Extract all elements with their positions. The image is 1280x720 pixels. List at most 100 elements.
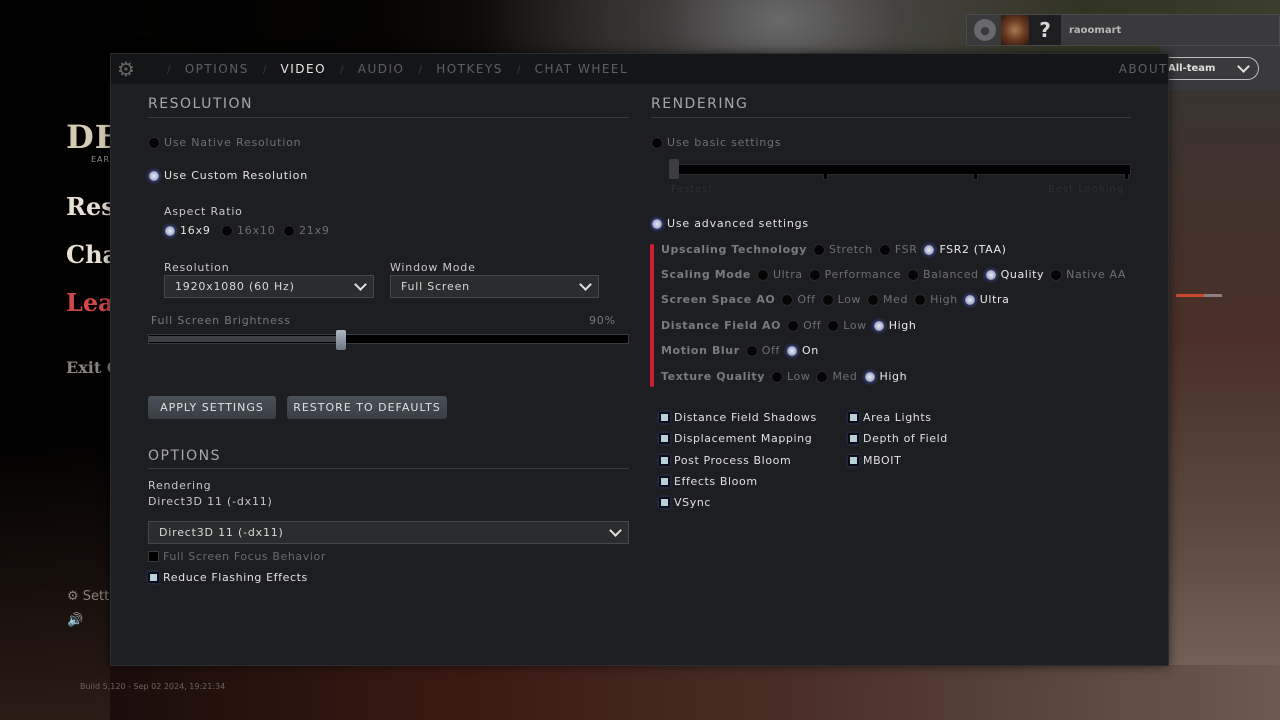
advanced-setting-option[interactable]: FSR: [878, 243, 918, 256]
restore-defaults-button[interactable]: RESTORE TO DEFAULTS: [287, 396, 447, 419]
advanced-setting-option[interactable]: High: [872, 319, 917, 332]
advanced-setting-option[interactable]: Off: [745, 344, 780, 357]
aspect-21x9-radio[interactable]: 21x9: [283, 224, 330, 237]
advanced-setting-option-label: Balanced: [922, 268, 979, 281]
health-bar-fragment-grey: [1204, 294, 1222, 297]
menu-settings-link[interactable]: ⚙ Sett: [67, 589, 109, 604]
tab-separator: /: [516, 62, 521, 76]
basic-slider-max-label: Best Looking: [1048, 184, 1125, 195]
rendering-checkbox[interactable]: Post Process Bloom: [659, 454, 791, 467]
game-background-right: [1168, 90, 1280, 720]
rendering-title: RENDERING: [651, 96, 749, 112]
advanced-setting-option-label: Quality: [1000, 268, 1045, 281]
brightness-slider-fill: [149, 336, 342, 342]
tab-hotkeys[interactable]: HOTKEYS: [436, 62, 503, 76]
advanced-setting-label: Texture Quality: [661, 370, 765, 383]
username: raoomart: [1069, 24, 1122, 36]
gear-icon[interactable]: ⚙: [111, 54, 141, 84]
rendering-checkbox[interactable]: MBOIT: [848, 454, 901, 467]
radio-icon: [148, 136, 160, 149]
full-screen-focus-label: Full Screen Focus Behavior: [163, 550, 326, 563]
advanced-setting-option[interactable]: On: [785, 344, 819, 357]
native-resolution-radio[interactable]: Use Native Resolution: [148, 136, 301, 149]
rendering-checkbox[interactable]: Depth of Field: [848, 432, 948, 445]
tab-separator: /: [340, 62, 344, 76]
tab-audio[interactable]: AUDIO: [358, 62, 405, 76]
advanced-setting-option-label: FSR: [894, 243, 918, 256]
advanced-setting-option[interactable]: Low: [821, 293, 861, 306]
build-info: Build 5,120 - Sep 02 2024, 19:21:34: [80, 682, 226, 691]
about-link[interactable]: ABOUT: [1119, 62, 1168, 76]
menu-item-resume[interactable]: Res: [66, 192, 115, 221]
radio-selected-icon: [963, 293, 976, 306]
rendering-checkbox[interactable]: Area Lights: [848, 411, 932, 424]
rendering-checkbox-label: MBOIT: [863, 453, 902, 467]
rendering-checkbox[interactable]: Distance Field Shadows: [659, 411, 817, 424]
rendering-checkbox[interactable]: Effects Bloom: [659, 475, 758, 488]
advanced-setting-option[interactable]: FSR2 (TAA): [923, 243, 1006, 256]
advanced-setting-option[interactable]: Low: [770, 370, 810, 383]
advanced-setting-option[interactable]: High: [914, 293, 958, 306]
advanced-setting-label: Scaling Mode: [661, 268, 751, 281]
advanced-setting-option-label: Native AA: [1066, 268, 1127, 281]
chat-scope-select[interactable]: All-team: [1160, 57, 1259, 80]
advanced-setting-option[interactable]: Ultra: [756, 268, 803, 281]
chat-scope-value: All-team: [1168, 63, 1216, 74]
chevron-down-icon: [354, 277, 367, 291]
resolution-select[interactable]: 1920x1080 (60 Hz): [164, 275, 374, 298]
advanced-setting-row: Scaling Mode Ultra Performance Balanced Qual…: [661, 268, 1132, 281]
advanced-setting-option[interactable]: Stretch: [813, 243, 873, 256]
reduce-flashing-checkbox[interactable]: Reduce Flashing Effects: [148, 571, 308, 584]
aspect-16x10-radio[interactable]: 16x10: [221, 224, 276, 237]
tab-video[interactable]: VIDEO: [281, 62, 327, 76]
tab-chat-wheel[interactable]: CHAT WHEEL: [535, 62, 629, 76]
advanced-setting-option[interactable]: Balanced: [906, 268, 979, 281]
rendering-checkbox[interactable]: Displacement Mapping: [659, 432, 812, 445]
basic-slider-tick: [973, 174, 978, 180]
advanced-setting-option[interactable]: Med: [867, 293, 908, 306]
advanced-setting-option-label: High: [879, 370, 908, 383]
brightness-slider[interactable]: [148, 330, 629, 350]
radio-icon: [283, 224, 295, 237]
rendering-api-select[interactable]: Direct3D 11 (-dx11): [148, 521, 629, 544]
advanced-setting-option[interactable]: Performance: [808, 268, 901, 281]
aspect-16x9-radio[interactable]: 16x9: [164, 224, 211, 237]
radio-icon: [827, 319, 840, 332]
radio-icon: [1050, 268, 1063, 281]
advanced-setting-option[interactable]: High: [863, 370, 908, 383]
advanced-setting-option[interactable]: Low: [827, 319, 866, 332]
help-button[interactable]: ?: [1029, 15, 1061, 45]
advanced-setting-option-label: Med: [832, 370, 858, 383]
microphone-icon[interactable]: ●: [974, 19, 996, 41]
basic-quality-slider[interactable]: [671, 164, 1131, 175]
rendering-checkbox[interactable]: VSync: [659, 496, 711, 509]
advanced-setting-option[interactable]: Ultra: [963, 293, 1010, 306]
advanced-settings-radio[interactable]: Use advanced settings: [651, 217, 809, 230]
basic-quality-slider-thumb[interactable]: [669, 159, 679, 179]
window-mode-select[interactable]: Full Screen: [390, 275, 599, 298]
advanced-setting-option[interactable]: Med: [816, 370, 857, 383]
full-screen-focus-checkbox[interactable]: Full Screen Focus Behavior: [148, 550, 326, 563]
basic-slider-min-label: Fastest: [671, 184, 714, 195]
advanced-setting-option[interactable]: Off: [781, 293, 815, 306]
advanced-setting-option[interactable]: Off: [787, 319, 821, 332]
basic-slider-tick: [1124, 174, 1129, 180]
rendering-checkbox-label: Depth of Field: [863, 432, 948, 446]
advanced-setting-label: Motion Blur: [661, 344, 740, 357]
tab-separator: /: [167, 62, 171, 76]
brightness-slider-thumb[interactable]: [336, 330, 347, 350]
advanced-setting-option-label: Off: [797, 293, 816, 306]
advanced-setting-option[interactable]: Quality: [984, 268, 1045, 281]
tab-options[interactable]: OPTIONS: [185, 62, 249, 76]
avatar[interactable]: [1001, 15, 1029, 45]
basic-settings-radio[interactable]: Use basic settings: [651, 136, 781, 149]
options-title: OPTIONS: [148, 448, 222, 464]
tab-bar: ⚙ / OPTIONS / VIDEO / AUDIO / HOTKEYS / …: [111, 54, 1168, 84]
resolution-divider: [148, 117, 629, 118]
custom-resolution-radio[interactable]: Use Custom Resolution: [148, 169, 308, 182]
window-mode-label: Window Mode: [390, 261, 476, 274]
apply-settings-button[interactable]: APPLY SETTINGS: [148, 396, 276, 419]
speaker-icon[interactable]: 🔊: [67, 613, 83, 628]
advanced-setting-option[interactable]: Native AA: [1050, 268, 1126, 281]
radio-icon: [816, 370, 829, 383]
